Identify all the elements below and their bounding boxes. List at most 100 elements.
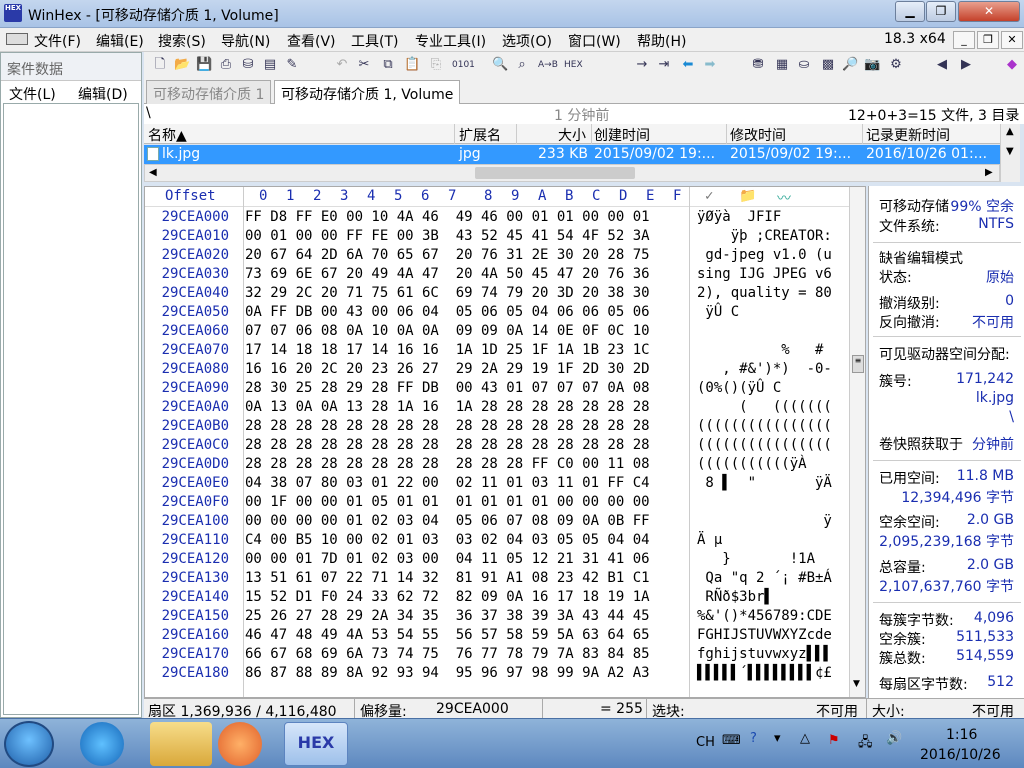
hex-bytes[interactable]: 00 00 00 00 01 02 03 04 05 06 07 08 09 0… [245,513,685,529]
col-updated[interactable]: 记录更新时间 [866,125,950,145]
hex-row[interactable]: 29CEA000 FF D8 FF E0 00 10 4A 46 49 46 00… [145,209,865,228]
hex-row[interactable]: 29CEA060 07 07 06 08 0A 10 0A 0A 09 09 0A… [145,323,865,342]
menu-file[interactable]: 文件(F) [34,31,81,51]
tab-removable-volume[interactable]: 可移动存储介质 1, Volume [274,80,461,104]
hex-ascii[interactable]: , #&')*) -0- [697,361,847,377]
replace-text-icon[interactable]: A→B [538,57,558,73]
clock-time[interactable]: 1:16 [946,727,977,743]
hex-bytes[interactable]: 73 69 6E 67 20 49 4A 47 20 4A 50 45 47 2… [245,266,685,282]
file-list-hscrollbar[interactable]: ◀ ▶ [144,164,1000,182]
hex-bytes[interactable]: 0A FF DB 00 43 00 06 04 05 06 05 04 06 0… [245,304,685,320]
hex-ascii[interactable]: 2), quality = 80 [697,285,847,301]
case-menu-file[interactable]: 文件(L) [9,84,56,104]
hex-ascii[interactable]: ÿþ ;CREATOR: [697,228,847,244]
menu-navigate[interactable]: 导航(N) [221,31,270,51]
mdi-minimize-button[interactable]: _ [953,31,975,49]
hex-bytes[interactable]: 66 67 68 69 6A 73 74 75 76 77 78 79 7A 8… [245,646,685,662]
hex-row[interactable]: 29CEA0B0 28 28 28 28 28 28 28 28 28 28 28… [145,418,865,437]
ram-icon[interactable]: ▦ [774,57,790,73]
minimize-button[interactable]: ▁ [895,1,925,22]
hex-row[interactable]: 29CEA0C0 28 28 28 28 28 28 28 28 28 28 28… [145,437,865,456]
hex-editor[interactable]: Offset 0 1 2 3 4 5 6 7 8 9 A B C D E F ✓… [144,186,866,698]
hex-row[interactable]: 29CEA120 00 00 01 7D 01 02 03 00 04 11 05… [145,551,865,570]
hex-ascii[interactable]: ÿ [697,513,847,529]
tray-expand-icon[interactable]: ▾ [774,731,781,746]
hex-bytes[interactable]: 13 51 61 07 22 71 14 32 81 91 A1 08 23 4… [245,570,685,586]
hex-ascii[interactable]: (((((((((((ÿÀ [697,456,847,472]
analyze-icon[interactable]: 🔎 [842,57,858,73]
find-hex-icon[interactable]: ⌕ [514,57,530,73]
maximize-button[interactable]: ❐ [926,1,956,22]
hex-ascii[interactable]: sing IJG JPEG v6 [697,266,847,282]
tray-arrow-icon[interactable]: △ [800,731,810,746]
menu-window[interactable]: 窗口(W) [568,31,621,51]
hex-ascii[interactable]: (((((((((((((((( [697,437,847,453]
hex-bytes[interactable]: 04 38 07 80 03 01 22 00 02 11 01 03 11 0… [245,475,685,491]
case-tree[interactable] [3,103,139,715]
menu-options[interactable]: 选项(O) [502,31,552,51]
hex-scroll-down-arrow[interactable]: ▼ [853,679,860,689]
open-folder-icon[interactable]: 📂 [174,57,190,73]
hex-ascii[interactable]: (0%()(ÿÛ C [697,380,847,396]
col-size[interactable]: 大小 [558,125,586,145]
hex-ascii[interactable]: fghijstuvwxyz▌▌▌ [697,646,847,662]
hex-row[interactable]: 29CEA140 15 52 D1 F0 24 33 62 72 82 09 0A… [145,589,865,608]
menu-tools[interactable]: 工具(T) [351,31,398,51]
hex-row[interactable]: 29CEA090 28 30 25 28 29 28 FF DB 00 43 01… [145,380,865,399]
hex-row[interactable]: 29CEA160 46 47 48 49 4A 53 54 55 56 57 58… [145,627,865,646]
camera-icon[interactable]: 📷 [864,57,880,73]
winhex-app-icon[interactable]: HEX [4,4,22,22]
hex-row[interactable]: 29CEA0D0 28 28 28 28 28 28 28 28 28 28 28… [145,456,865,475]
replace-hex-icon[interactable]: HEX [564,57,583,73]
hex-row[interactable]: 29CEA080 16 16 20 2C 20 23 26 27 29 2A 29… [145,361,865,380]
goto-offset-icon[interactable]: → [634,57,650,73]
hex-bytes[interactable]: 20 67 64 2D 6A 70 65 67 20 76 31 2E 30 2… [245,247,685,263]
drive-tool-icon[interactable]: ⛀ [796,57,812,73]
hex-row[interactable]: 29CEA180 86 87 88 89 8A 92 93 94 95 96 97… [145,665,865,684]
new-file-icon[interactable]: 🗋 [152,57,168,73]
hex-row[interactable]: 29CEA030 73 69 6E 67 20 49 4A 47 20 4A 50… [145,266,865,285]
hex-ascii[interactable]: FGHIJSTUVWXYZcde [697,627,847,643]
action-center-icon[interactable]: ⚑ [828,733,840,748]
case-menu-edit[interactable]: 编辑(D) [78,84,128,104]
hex-vscrollbar[interactable]: ≡ ▼ [849,187,865,697]
hex-bytes[interactable]: 32 29 2C 20 71 75 61 6C 69 74 79 20 3D 2… [245,285,685,301]
hex-bytes[interactable]: 28 28 28 28 28 28 28 28 28 28 28 FF C0 0… [245,456,685,472]
close-button[interactable]: ✕ [958,1,1020,22]
hex-row[interactable]: 29CEA0A0 0A 13 0A 0A 13 28 1A 16 1A 28 28… [145,399,865,418]
hex-bytes[interactable]: 16 16 20 2C 20 23 26 27 29 2A 29 19 1F 2… [245,361,685,377]
col-ext[interactable]: 扩展名 [459,125,501,145]
hex-row[interactable]: 29CEA130 13 51 61 07 22 71 14 32 81 91 A1… [145,570,865,589]
hex-ascii[interactable]: gd-jpeg v1.0 (u [697,247,847,263]
settings-icon[interactable]: ⚙ [888,57,904,73]
find-text-icon[interactable]: 🔍 [492,57,508,73]
disk-tool-icon[interactable]: ⛃ [750,57,766,73]
disk-icon[interactable]: ⛁ [240,57,256,73]
print-icon[interactable]: ⎙ [218,57,234,73]
keyboard-icon[interactable]: ⌨ [722,733,741,748]
hex-row[interactable]: 29CEA070 17 14 18 18 17 14 16 16 1A 1D 25… [145,342,865,361]
hex-bytes[interactable]: 46 47 48 49 4A 53 54 55 56 57 58 59 5A 6… [245,627,685,643]
hex-row[interactable]: 29CEA050 0A FF DB 00 43 00 06 04 05 06 05… [145,304,865,323]
paste-special-icon[interactable]: ⎘ [428,57,444,73]
hex-bytes[interactable]: 25 26 27 28 29 2A 34 35 36 37 38 39 3A 4… [245,608,685,624]
scroll-thumb[interactable] [475,167,635,179]
hex-ascii[interactable]: RÑð$3br▌ [697,589,847,605]
menu-search[interactable]: 搜索(S) [158,31,206,51]
hex-bytes[interactable]: C4 00 B5 10 00 02 01 03 03 02 04 03 05 0… [245,532,685,548]
undo-icon[interactable]: ↶ [334,57,350,73]
folder-view-icon[interactable]: 📁 [739,188,756,204]
hex-bytes[interactable]: 00 00 01 7D 01 02 03 00 04 11 05 12 21 3… [245,551,685,567]
hex-row[interactable]: 29CEA020 20 67 64 2D 6A 70 65 67 20 76 31… [145,247,865,266]
hex-bytes[interactable]: 00 01 00 00 FF FE 00 3B 43 52 45 41 54 4… [245,228,685,244]
volume-icon[interactable]: 🔊 [886,731,902,746]
paste-icon[interactable]: 📋 [404,57,420,73]
hex-row[interactable]: 29CEA0E0 04 38 07 80 03 01 22 00 02 11 01… [145,475,865,494]
mdi-close-button[interactable]: ✕ [1001,31,1023,49]
scroll-down-arrow[interactable]: ▼ [1006,146,1014,157]
copy-icon[interactable]: ⧉ [380,57,396,73]
network-icon[interactable]: 🖧 [858,733,873,755]
hex-row[interactable]: 29CEA010 00 01 00 00 FF FE 00 3B 43 52 45… [145,228,865,247]
scroll-up-arrow[interactable]: ▲ [1006,126,1014,137]
hex-bytes[interactable]: 28 28 28 28 28 28 28 28 28 28 28 28 28 2… [245,418,685,434]
